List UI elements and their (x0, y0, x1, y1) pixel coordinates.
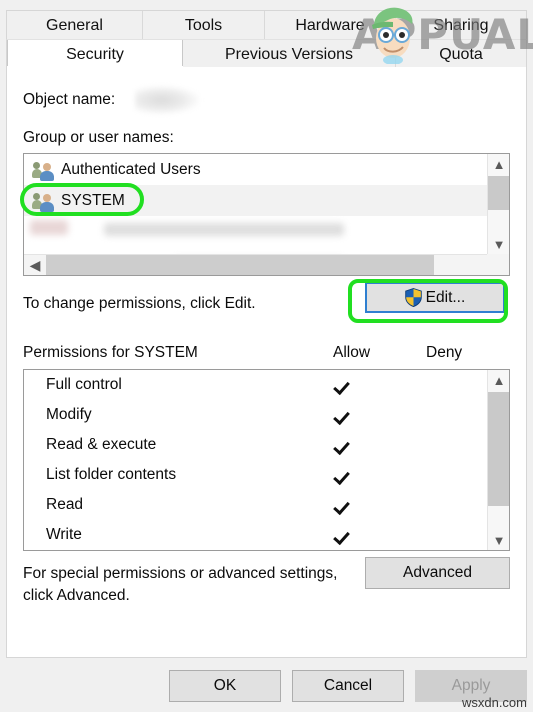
allow-checkmark[interactable] (324, 520, 364, 550)
permission-name: Modify (46, 406, 92, 423)
group-or-user-names-label: Group or user names: (23, 129, 174, 146)
source-watermark: wsxdn.com (461, 695, 527, 710)
permission-name: List folder contents (46, 466, 177, 483)
object-name-label: Object name: (23, 91, 116, 108)
tab-previous-versions[interactable]: Previous Versions (183, 40, 396, 69)
redacted-text-block (30, 220, 68, 235)
table-row[interactable]: Write (24, 520, 509, 550)
permission-name: Write (46, 526, 82, 543)
table-row[interactable]: Modify (24, 400, 509, 430)
list-item-system[interactable]: SYSTEM (24, 185, 488, 216)
edit-button-label: Edit... (425, 288, 466, 306)
scroll-up-icon[interactable]: ▲ (488, 154, 509, 174)
tab-hardware[interactable]: Hardware (265, 11, 396, 40)
group-list-horizontal-scrollbar[interactable]: ◀ ▶ (24, 254, 509, 275)
tab-row-2: Security Previous Versions Quota (6, 39, 527, 69)
list-item-label: SYSTEM (61, 192, 125, 209)
tab-general[interactable]: General (7, 11, 143, 40)
list-item-label-suffix: \Administrators) (350, 247, 459, 254)
group-or-user-names-list[interactable]: Authenticated Users SYSTEM Administr (23, 153, 510, 276)
security-panel: Object name: Group or user names: Authen… (6, 67, 527, 658)
scrollbar-thumb[interactable] (488, 392, 509, 506)
tab-security[interactable]: Security (7, 40, 183, 69)
list-item[interactable]: Administrators ( \Administrators) (24, 247, 488, 254)
scrollbar-corner (487, 254, 509, 275)
edit-permissions-hint: To change permissions, click Edit. (23, 295, 256, 312)
users-group-icon (32, 161, 54, 181)
object-name-value-redacted (135, 85, 201, 115)
scroll-up-icon[interactable]: ▲ (488, 370, 509, 390)
table-row[interactable]: List folder contents (24, 460, 509, 490)
permission-name: Read (46, 496, 84, 513)
table-row[interactable]: Read (24, 490, 509, 520)
redacted-text-block (104, 223, 344, 236)
permissions-list[interactable]: Full control Modify Read & execute List … (23, 369, 510, 551)
advanced-button[interactable]: Advanced (365, 557, 510, 589)
allow-checkmark[interactable] (324, 400, 364, 430)
permission-name: Read & execute (46, 436, 157, 453)
group-list-vertical-scrollbar[interactable]: ▲ ▼ (487, 154, 509, 254)
permissions-vertical-scrollbar[interactable]: ▲ ▼ (487, 370, 509, 550)
tab-row-1: General Tools Hardware Sharing (6, 10, 527, 40)
table-row[interactable]: Full control (24, 370, 509, 400)
list-item-label: Authenticated Users (61, 161, 201, 178)
tab-strip: General Tools Hardware Sharing Security … (0, 0, 533, 70)
group-list-viewport: Authenticated Users SYSTEM Administr (24, 154, 488, 254)
permissions-allow-header: Allow (333, 344, 371, 361)
allow-checkmark[interactable] (324, 460, 364, 490)
users-group-icon (32, 192, 54, 212)
list-item[interactable]: Authenticated Users (24, 154, 488, 185)
tab-quota[interactable]: Quota (396, 40, 526, 69)
uac-shield-icon (404, 288, 422, 307)
active-tab-merge-mask (7, 66, 183, 70)
scroll-left-icon[interactable]: ◀ (24, 255, 46, 275)
ok-button[interactable]: OK (169, 670, 281, 702)
allow-checkmark[interactable] (324, 370, 364, 400)
advanced-hint-line1: For special permissions or advanced sett… (23, 565, 338, 582)
permissions-title: Permissions for SYSTEM (23, 344, 198, 361)
scrollbar-thumb[interactable] (46, 255, 434, 275)
scroll-down-icon[interactable]: ▼ (488, 234, 509, 254)
permissions-deny-header: Deny (426, 344, 463, 361)
allow-checkmark[interactable] (324, 490, 364, 520)
cancel-button[interactable]: Cancel (292, 670, 404, 702)
table-row[interactable]: Read & execute (24, 430, 509, 460)
tab-tools[interactable]: Tools (143, 11, 265, 40)
folder-properties-dialog: General Tools Hardware Sharing Security … (0, 0, 533, 712)
dialog-footer: OK Cancel Apply (0, 658, 533, 712)
scrollbar-thumb[interactable] (488, 176, 509, 210)
tab-sharing[interactable]: Sharing (396, 11, 526, 40)
scroll-down-icon[interactable]: ▼ (488, 530, 509, 550)
permission-name: Full control (46, 376, 122, 393)
advanced-hint-line2: click Advanced. (23, 587, 130, 604)
edit-button[interactable]: Edit... (365, 282, 505, 313)
list-item-label: Administrators ( (61, 247, 170, 254)
allow-checkmark[interactable] (324, 430, 364, 460)
